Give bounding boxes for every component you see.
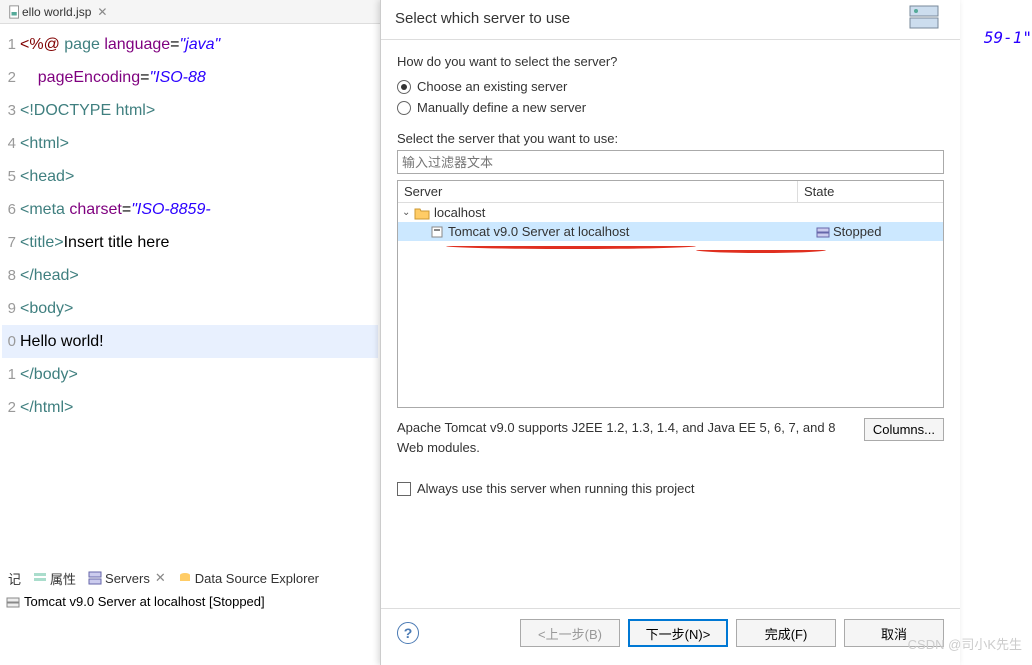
wizard-server-icon <box>904 0 944 40</box>
filter-input[interactable] <box>397 150 944 174</box>
expand-icon[interactable]: ⌄ <box>402 207 414 218</box>
server-description: Apache Tomcat v9.0 supports J2EE 1.2, 1.… <box>397 418 856 457</box>
code-content[interactable]: 1<%@ page language="java"2 pageEncoding=… <box>0 24 380 428</box>
checkbox-icon <box>397 482 411 496</box>
bottom-tab-log[interactable]: 记 <box>4 567 25 590</box>
bottom-tab-properties[interactable]: 属性 <box>29 567 80 590</box>
always-use-checkbox-row[interactable]: Always use this server when running this… <box>397 481 944 496</box>
col-server[interactable]: Server <box>398 181 798 202</box>
back-button: <上一步(B) <box>520 619 620 647</box>
columns-button[interactable]: Columns... <box>864 418 944 441</box>
annotation-underline <box>446 243 696 249</box>
col-state[interactable]: State <box>798 181 943 202</box>
server-table: Server State ⌄ localhost Tomcat v9.0 Ser… <box>397 180 944 408</box>
servers-icon <box>88 571 102 585</box>
server-icon <box>6 595 20 609</box>
radio-existing-server[interactable]: Choose an existing server <box>397 79 944 94</box>
jsp-file-icon <box>8 5 22 19</box>
radio-new-server[interactable]: Manually define a new server <box>397 100 944 115</box>
tree-root-localhost[interactable]: ⌄ localhost <box>398 203 943 222</box>
close-icon[interactable]: ✕ <box>155 570 166 586</box>
editor-tab[interactable]: ello world.jsp ✕ <box>0 0 380 24</box>
radio-icon <box>397 101 411 115</box>
question-label: How do you want to select the server? <box>397 54 944 69</box>
folder-icon <box>414 206 430 220</box>
radio-icon <box>397 80 411 94</box>
dialog-title: Select which server to use <box>395 10 570 27</box>
server-item-icon <box>430 225 444 239</box>
state-stopped-icon <box>816 225 830 239</box>
finish-button[interactable]: 完成(F) <box>736 619 836 647</box>
cancel-button[interactable]: 取消 <box>844 619 944 647</box>
tree-item-tomcat[interactable]: Tomcat v9.0 Server at localhost Stopped <box>398 222 943 241</box>
bottom-tab-servers[interactable]: Servers ✕ <box>84 568 170 588</box>
select-label: Select the server that you want to use: <box>397 131 944 146</box>
bottom-tab-datasource[interactable]: Data Source Explorer <box>174 569 323 588</box>
server-select-dialog: Select which server to use How do you wa… <box>380 0 960 665</box>
next-button[interactable]: 下一步(N)> <box>628 619 728 647</box>
properties-icon <box>33 571 47 585</box>
tab-title: ello world.jsp <box>22 5 91 19</box>
help-icon[interactable]: ? <box>397 622 419 644</box>
server-status-row[interactable]: Tomcat v9.0 Server at localhost [Stopped… <box>0 590 271 613</box>
datasource-icon <box>178 571 192 585</box>
annotation-underline <box>696 247 826 253</box>
close-icon[interactable]: ✕ <box>97 5 107 19</box>
code-overflow: 59-1" <box>984 28 1032 47</box>
bottom-tab-bar: 记 属性 Servers ✕ Data Source Explorer <box>0 566 323 590</box>
